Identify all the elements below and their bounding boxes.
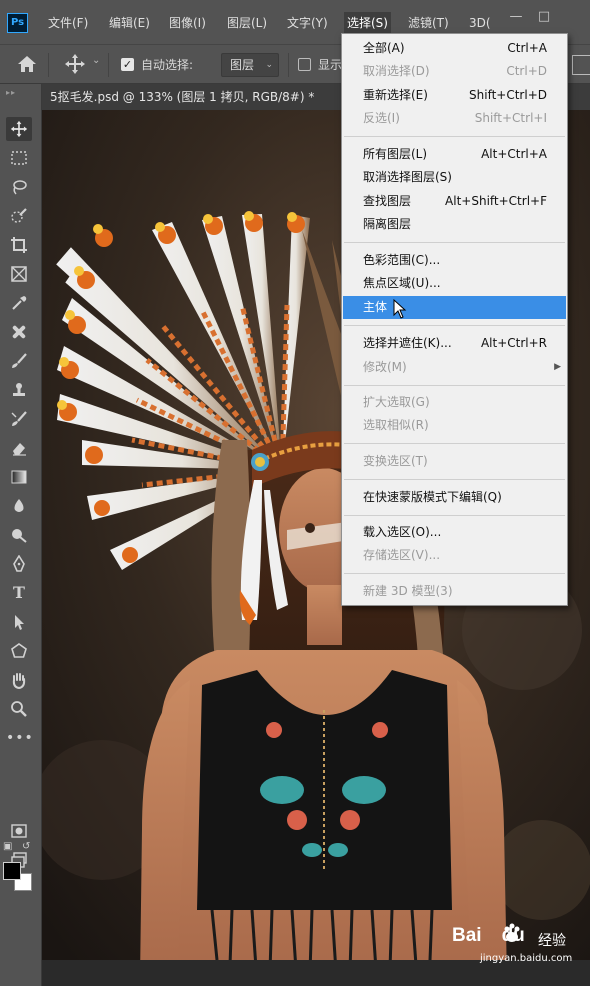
frame-tool-icon[interactable] bbox=[6, 262, 32, 286]
menu-item-save-selection[interactable]: 存储选区(V)... bbox=[342, 544, 567, 567]
show-transform-checkbox[interactable] bbox=[298, 58, 311, 71]
healing-brush-tool-icon[interactable] bbox=[6, 320, 32, 344]
menu-3d[interactable]: 3D( bbox=[466, 12, 494, 34]
baidu-paw-icon bbox=[504, 923, 520, 942]
menu-item-select-all[interactable]: 全部(A) Ctrl+A bbox=[342, 37, 567, 60]
auto-select-checkbox[interactable]: ✓ bbox=[121, 58, 134, 71]
dodge-tool-icon[interactable] bbox=[6, 523, 32, 547]
chevron-down-icon: ⌄ bbox=[265, 60, 273, 70]
menu-item-modify[interactable]: 修改(M) ▶ bbox=[342, 356, 567, 379]
clone-stamp-tool-icon[interactable] bbox=[6, 378, 32, 402]
more-tools-icon[interactable]: ••• bbox=[6, 726, 33, 750]
menu-divider bbox=[344, 136, 565, 137]
menu-divider bbox=[344, 242, 565, 243]
menu-type[interactable]: 文字(Y) bbox=[284, 12, 331, 34]
hand-tool-icon[interactable] bbox=[6, 668, 32, 692]
home-icon[interactable] bbox=[16, 54, 38, 74]
menu-image[interactable]: 图像(I) bbox=[166, 12, 209, 34]
minimize-icon[interactable]: — bbox=[508, 10, 524, 24]
menu-file[interactable]: 文件(F) bbox=[45, 12, 91, 34]
menu-item-color-range[interactable]: 色彩范围(C)... bbox=[342, 249, 567, 272]
menu-item-transform-selection[interactable]: 变换选区(T) bbox=[342, 450, 567, 473]
menu-divider bbox=[344, 573, 565, 574]
options-divider bbox=[108, 53, 109, 77]
options-divider bbox=[288, 53, 289, 77]
menu-item-subject[interactable]: 主体 bbox=[343, 296, 566, 319]
menu-select[interactable]: 选择(S) bbox=[344, 12, 391, 34]
menu-item-load-selection[interactable]: 载入选区(O)... bbox=[342, 521, 567, 544]
menu-divider bbox=[344, 443, 565, 444]
menu-item-reselect[interactable]: 重新选择(E) Shift+Ctrl+D bbox=[342, 84, 567, 107]
chevron-down-icon[interactable]: ⌄ bbox=[92, 55, 100, 66]
menu-divider bbox=[344, 515, 565, 516]
auto-select-target-dropdown[interactable]: 图层 ⌄ bbox=[221, 53, 279, 77]
menu-item-deselect-layers[interactable]: 取消选择图层(S) bbox=[342, 166, 567, 189]
menu-divider bbox=[344, 385, 565, 386]
menu-item-quick-mask[interactable]: 在快速蒙版模式下编辑(Q) bbox=[342, 486, 567, 509]
menu-item-new-3d-extrusion[interactable]: 新建 3D 模型(3) bbox=[342, 580, 567, 603]
history-brush-tool-icon[interactable] bbox=[6, 407, 32, 431]
document-tab[interactable]: 5抠毛发.psd @ 133% (图层 1 拷贝, RGB/8#) * bbox=[50, 84, 314, 110]
menu-item-inverse[interactable]: 反选(I) Shift+Ctrl+I bbox=[342, 107, 567, 130]
menu-item-isolate-layers[interactable]: 隔离图层 bbox=[342, 213, 567, 236]
eyedropper-tool-icon[interactable] bbox=[6, 291, 32, 315]
path-selection-tool-icon[interactable] bbox=[6, 610, 32, 634]
photoshop-logo: Ps bbox=[7, 13, 28, 33]
move-tool-icon[interactable] bbox=[64, 53, 86, 75]
menu-item-grow[interactable]: 扩大选取(G) bbox=[342, 391, 567, 414]
foreground-color-swatch[interactable] bbox=[3, 862, 21, 880]
show-transform-label: 显示 bbox=[318, 58, 343, 72]
options-divider bbox=[48, 53, 49, 77]
zoom-tool-icon[interactable] bbox=[6, 697, 32, 721]
shape-tool-icon[interactable] bbox=[6, 639, 32, 663]
menu-divider bbox=[344, 325, 565, 326]
crop-tool-icon[interactable] bbox=[6, 233, 32, 257]
auto-select-target-value: 图层 bbox=[230, 58, 255, 72]
menu-item-similar[interactable]: 选取相似(R) bbox=[342, 414, 567, 437]
menu-item-all-layers[interactable]: 所有图层(L) Alt+Ctrl+A bbox=[342, 143, 567, 166]
blur-tool-icon[interactable] bbox=[6, 494, 32, 518]
submenu-arrow-icon: ▶ bbox=[554, 362, 561, 372]
mouse-cursor-icon bbox=[393, 299, 407, 319]
auto-select-label: 自动选择: bbox=[141, 58, 194, 72]
watermark-url: jingyan.baidu.com bbox=[480, 953, 573, 964]
menu-layer[interactable]: 图层(L) bbox=[224, 12, 270, 34]
menu-edit[interactable]: 编辑(E) bbox=[106, 12, 153, 34]
eraser-tool-icon[interactable] bbox=[6, 436, 32, 460]
gradient-tool-icon[interactable] bbox=[6, 465, 32, 489]
panel-grip-icon[interactable]: ▸▸ bbox=[6, 88, 16, 97]
brush-tool-icon[interactable] bbox=[6, 349, 32, 373]
move-tool-icon[interactable] bbox=[6, 117, 32, 141]
tools-panel: ▸▸ T ••• ▣ ↺ bbox=[0, 84, 42, 986]
menu-item-focus-area[interactable]: 焦点区域(U)... bbox=[342, 272, 567, 295]
menu-item-find-layers[interactable]: 查找图层 Alt+Shift+Ctrl+F bbox=[342, 190, 567, 213]
menu-divider bbox=[344, 479, 565, 480]
maximize-icon[interactable]: □ bbox=[536, 10, 552, 24]
quick-selection-tool-icon[interactable] bbox=[6, 204, 32, 228]
menu-filter[interactable]: 滤镜(T) bbox=[405, 12, 452, 34]
align-icon[interactable] bbox=[572, 55, 590, 75]
lasso-tool-icon[interactable] bbox=[6, 175, 32, 199]
type-tool-icon[interactable]: T bbox=[6, 581, 32, 605]
marquee-tool-icon[interactable] bbox=[6, 146, 32, 170]
menu-item-select-and-mask[interactable]: 选择并遮住(K)... Alt+Ctrl+R bbox=[342, 332, 567, 355]
watermark-label: 经验 bbox=[538, 933, 566, 949]
menu-item-deselect[interactable]: 取消选择(D) Ctrl+D bbox=[342, 60, 567, 83]
quick-mask-icon[interactable] bbox=[6, 819, 32, 843]
select-menu-dropdown: 全部(A) Ctrl+A 取消选择(D) Ctrl+D 重新选择(E) Shift+C… bbox=[341, 33, 568, 606]
pen-tool-icon[interactable] bbox=[6, 552, 32, 576]
